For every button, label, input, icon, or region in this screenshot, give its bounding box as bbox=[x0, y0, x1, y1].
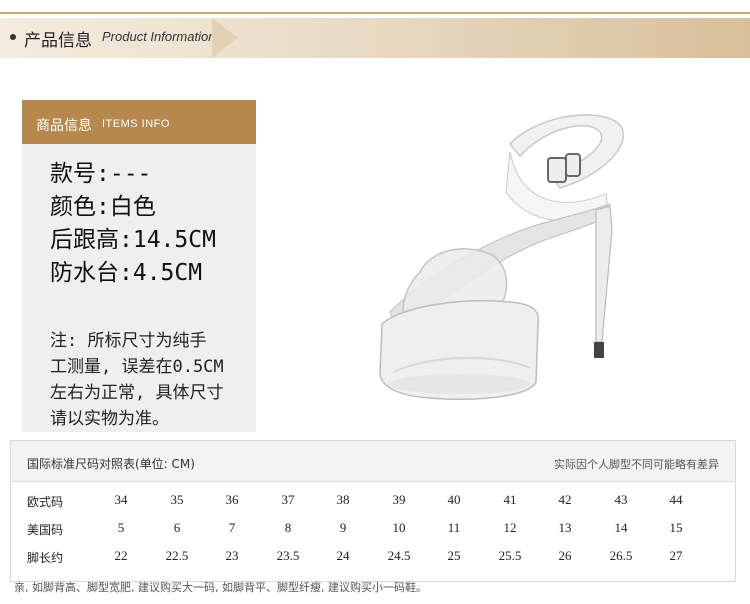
size-chart: 国际标准尺码对照表(单位: CM) 实际因个人脚型不同可能略有差异 欧式码 34 3… bbox=[10, 440, 736, 582]
size-cell: 24.5 bbox=[387, 548, 411, 563]
size-cell: 23.5 bbox=[276, 548, 300, 563]
size-cell: 35 bbox=[170, 492, 184, 507]
size-cell: 43 bbox=[614, 492, 628, 507]
note-line: 注: 所标尺寸为纯手 bbox=[50, 331, 207, 351]
sandal-image bbox=[379, 114, 625, 400]
size-cell: 37 bbox=[281, 492, 295, 507]
size-cell: 26 bbox=[558, 548, 572, 563]
size-row-label: 欧式码 bbox=[27, 495, 64, 509]
size-cell: 25 bbox=[447, 548, 461, 563]
size-cell: 39 bbox=[392, 492, 406, 507]
arrow-shape bbox=[212, 18, 238, 58]
size-cell: 8 bbox=[284, 520, 292, 535]
size-cell: 13 bbox=[558, 520, 572, 535]
size-cell: 38 bbox=[336, 492, 350, 507]
size-cell: 6 bbox=[173, 520, 181, 535]
size-cell: 11 bbox=[447, 520, 461, 535]
size-cell: 9 bbox=[339, 520, 347, 535]
size-cell: 40 bbox=[447, 492, 461, 507]
spec-color: 颜色:白色 bbox=[50, 194, 156, 220]
item-info-title-en: ITEMS INFO bbox=[102, 118, 170, 130]
size-cell: 10 bbox=[392, 520, 406, 535]
note-line: 左右为正常, 具体尺寸 bbox=[50, 383, 224, 403]
size-cell: 34 bbox=[114, 492, 128, 507]
size-row-foot-length: 脚长约 22 22.5 23 23.5 24 24.5 25 25.5 26 26.5 27 bbox=[11, 541, 735, 573]
section-title-cn: 产品信息 bbox=[24, 31, 92, 51]
section-header: 产品信息 Product Information bbox=[0, 18, 750, 58]
bullet-icon bbox=[10, 34, 16, 40]
spec-platform-height: 防水台:4.5CM bbox=[50, 260, 203, 286]
size-cell: 27 bbox=[669, 548, 683, 563]
item-info-header: 商品信息 ITEMS INFO bbox=[22, 100, 256, 144]
size-cell: 5 bbox=[117, 520, 125, 535]
size-cell: 41 bbox=[503, 492, 517, 507]
note-line: 工测量, 误差在0.5CM bbox=[50, 357, 224, 377]
size-cell: 42 bbox=[558, 492, 572, 507]
size-cell: 24 bbox=[336, 548, 350, 563]
size-chart-remark: 实际因个人脚型不同可能略有差异 bbox=[554, 458, 719, 471]
spec-style-number: 款号:--- bbox=[50, 161, 152, 187]
item-info-title-cn: 商品信息 bbox=[36, 118, 92, 134]
section-title-en: Product Information bbox=[102, 29, 216, 44]
size-cell: 26.5 bbox=[609, 548, 633, 563]
size-cell: 7 bbox=[228, 520, 236, 535]
size-cell: 22.5 bbox=[165, 548, 189, 563]
size-cell: 12 bbox=[503, 520, 517, 535]
note-line: 请以实物为准。 bbox=[50, 409, 169, 429]
size-cell: 25.5 bbox=[498, 548, 522, 563]
spec-heel-height: 后跟高:14.5CM bbox=[50, 227, 216, 253]
size-cell: 15 bbox=[669, 520, 683, 535]
size-row-label: 美国码 bbox=[27, 523, 64, 537]
size-cell: 44 bbox=[669, 492, 683, 507]
size-cell: 23 bbox=[225, 548, 239, 563]
size-chart-header: 国际标准尺码对照表(单位: CM) 实际因个人脚型不同可能略有差异 bbox=[11, 441, 735, 482]
top-divider bbox=[0, 12, 750, 14]
size-cell: 14 bbox=[614, 520, 628, 535]
size-row-label: 脚长约 bbox=[27, 551, 64, 565]
item-info-panel: 商品信息 ITEMS INFO 款号:--- 颜色:白色 后跟高:14.5CM … bbox=[22, 100, 256, 432]
size-cell: 36 bbox=[225, 492, 239, 507]
measurement-note: 注: 所标尺寸为纯手 工测量, 误差在0.5CM 左右为正常, 具体尺寸 请以实… bbox=[50, 328, 250, 432]
size-chart-title: 国际标准尺码对照表(单位: CM) bbox=[27, 457, 195, 471]
sizing-advice: 亲, 如脚背高、脚型宽肥, 建议购买大一码, 如脚背平、脚型纤瘦, 建议购买小一… bbox=[14, 581, 427, 594]
size-cell: 22 bbox=[114, 548, 128, 563]
